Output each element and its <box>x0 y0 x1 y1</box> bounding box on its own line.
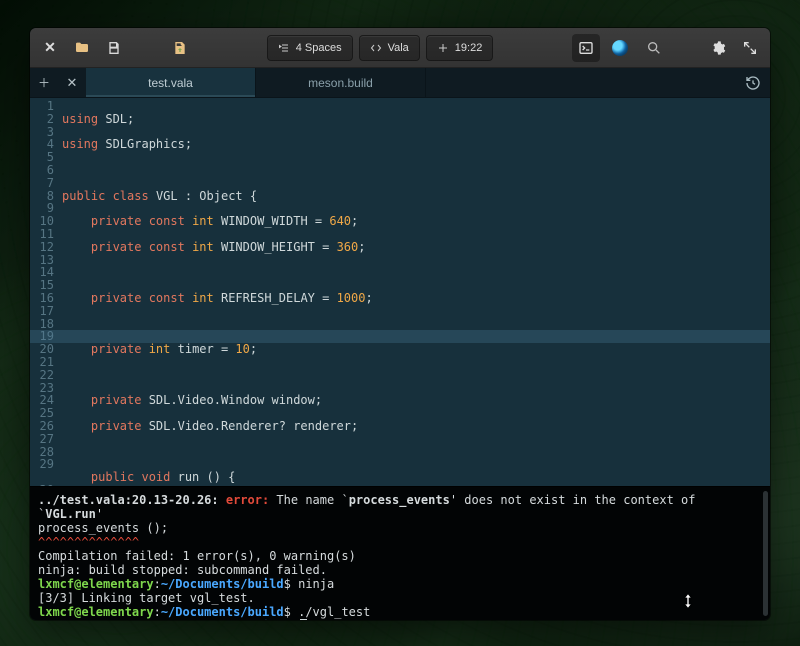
terminal-cursor <box>300 619 307 620</box>
error-snippet: process_events (); <box>38 521 762 535</box>
close-tab-button[interactable]: ✕ <box>58 68 86 97</box>
settings-button[interactable] <box>704 34 732 62</box>
tab-label: test.vala <box>148 76 193 90</box>
save-button[interactable] <box>100 34 128 62</box>
tab-label: meson.build <box>308 76 373 90</box>
language-label: Vala <box>388 42 409 54</box>
terminal-command: ./vgl_test <box>298 605 370 619</box>
open-folder-button[interactable] <box>68 34 96 62</box>
search-button[interactable] <box>640 34 668 62</box>
link-output: [3/3] Linking target vgl_test. <box>38 591 762 605</box>
terminal-command: ninja <box>298 577 334 591</box>
maximize-button[interactable] <box>736 34 764 62</box>
headerbar: ✕ 4 Spaces Vala 19:22 <box>30 28 770 68</box>
indent-selector[interactable]: 4 Spaces <box>267 35 353 61</box>
globe-icon <box>612 40 628 56</box>
browser-preview-button[interactable] <box>606 34 634 62</box>
terminal-toggle-button[interactable] <box>572 34 600 62</box>
indent-label: 4 Spaces <box>296 42 342 54</box>
tab-test-vala[interactable]: test.vala <box>86 68 256 97</box>
tab-strip: ＋ ✕ test.vala meson.build <box>30 68 770 98</box>
terminal-scrollbar[interactable] <box>763 491 768 616</box>
tab-meson-build[interactable]: meson.build <box>256 68 426 97</box>
error-location: ../test.vala:20.13-20.26: <box>38 493 219 507</box>
error-caret: ^^^^^^^^^^^^^^ <box>38 535 762 549</box>
cursor-label: 19:22 <box>455 42 483 54</box>
new-tab-button[interactable]: ＋ <box>30 68 58 97</box>
compile-status: Compilation failed: 1 error(s), 0 warnin… <box>38 549 762 563</box>
line-gutter: 1234567891011121314151617181920212223242… <box>30 98 60 486</box>
code-editor[interactable]: 1234567891011121314151617181920212223242… <box>30 98 770 486</box>
window-close-button[interactable]: ✕ <box>36 34 64 62</box>
status-pills: 4 Spaces Vala 19:22 <box>267 35 494 61</box>
history-button[interactable] <box>736 68 770 97</box>
language-selector[interactable]: Vala <box>359 35 420 61</box>
prompt-user: lxmcf@elementary <box>38 577 154 591</box>
editor-window: ✕ 4 Spaces Vala 19:22 <box>30 28 770 620</box>
error-tag: error: <box>219 493 270 507</box>
code-area[interactable]: using SDL; using SDLGraphics; public cla… <box>60 98 770 486</box>
prompt-path: ~/Documents/build <box>161 577 284 591</box>
revert-button[interactable] <box>166 34 194 62</box>
terminal-panel[interactable]: ../test.vala:20.13-20.26: error: The nam… <box>30 486 770 620</box>
cursor-position[interactable]: 19:22 <box>426 35 494 61</box>
ninja-status: ninja: build stopped: subcommand failed. <box>38 563 762 577</box>
